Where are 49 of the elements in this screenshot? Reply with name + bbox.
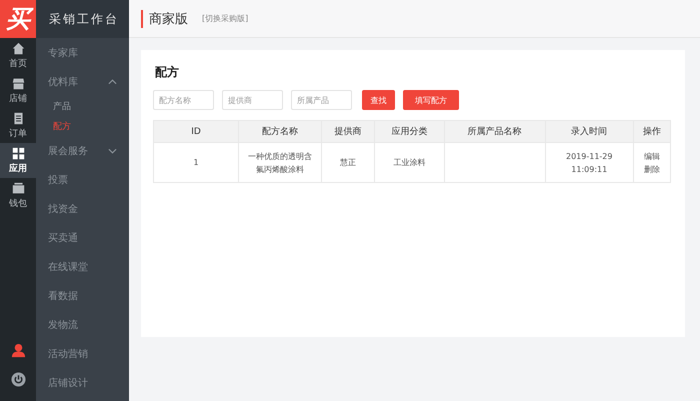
sidebar-item[interactable]: 投票: [36, 165, 129, 194]
grid-icon: [12, 146, 24, 160]
column-header: 提供商: [322, 120, 375, 142]
rail-item[interactable]: 钱包: [0, 178, 36, 213]
column-header: 录入时间: [545, 120, 634, 142]
sidebar-item[interactable]: 找资金: [36, 194, 129, 223]
page-header-title: 商家版: [141, 10, 188, 28]
switch-version-link[interactable]: [切换采购版]: [202, 13, 248, 24]
sidebar-title: 采销工作台: [36, 0, 129, 38]
sidebar-item[interactable]: 看数据: [36, 281, 129, 310]
column-header: 所属产品名称: [444, 120, 546, 142]
table-cell: 1: [154, 142, 238, 182]
rail-item[interactable]: 应用: [0, 143, 36, 178]
column-header: ID: [154, 120, 238, 142]
storefront-icon: [12, 76, 24, 90]
sidebar-subitem[interactable]: 产品: [36, 96, 129, 116]
power-icon[interactable]: [10, 372, 26, 387]
sidebar-item[interactable]: 发物流: [36, 310, 129, 339]
column-header: 操作: [633, 120, 670, 142]
sidebar-item[interactable]: 店铺设计: [36, 368, 129, 397]
rail-item[interactable]: 订单: [0, 108, 36, 143]
add-button[interactable]: 填写配方: [403, 90, 459, 110]
table-cell: 慧正: [322, 142, 375, 182]
wallet-icon: [12, 182, 24, 194]
column-header: 应用分类: [374, 120, 444, 142]
sidebar-subitem[interactable]: 配方: [36, 116, 129, 136]
search-button[interactable]: 查找: [362, 90, 395, 110]
user-icon[interactable]: [10, 343, 26, 358]
rail-item[interactable]: 店铺: [0, 73, 36, 108]
sidebar-item[interactable]: 活动营销: [36, 339, 129, 368]
table-cell: 工业涂料: [374, 142, 444, 182]
filter-input[interactable]: 配方名称: [153, 90, 214, 110]
sidebar-item[interactable]: 优料库: [36, 67, 129, 96]
table-cell: 2019-11-29 11:09:11: [545, 142, 634, 182]
filter-input[interactable]: 提供商: [222, 90, 283, 110]
action-link[interactable]: 编辑: [634, 150, 669, 162]
sidebar-item[interactable]: 在线课堂: [36, 252, 129, 281]
house-icon: [12, 42, 24, 54]
document-icon: [12, 112, 24, 124]
logo: 买: [0, 0, 36, 38]
sidebar-item[interactable]: 展会服务: [36, 136, 129, 165]
page-title: 配方: [155, 64, 180, 81]
action-link[interactable]: 删除: [634, 162, 669, 176]
rail-item[interactable]: 首页: [0, 38, 36, 73]
table-cell: 一种优质的透明含氟丙烯酸涂料: [238, 142, 322, 182]
sidebar-item[interactable]: 买卖通: [36, 223, 129, 252]
column-header: 配方名称: [238, 120, 322, 142]
sidebar-item[interactable]: 专家库: [36, 38, 129, 67]
filter-input[interactable]: 所属产品: [291, 90, 352, 110]
